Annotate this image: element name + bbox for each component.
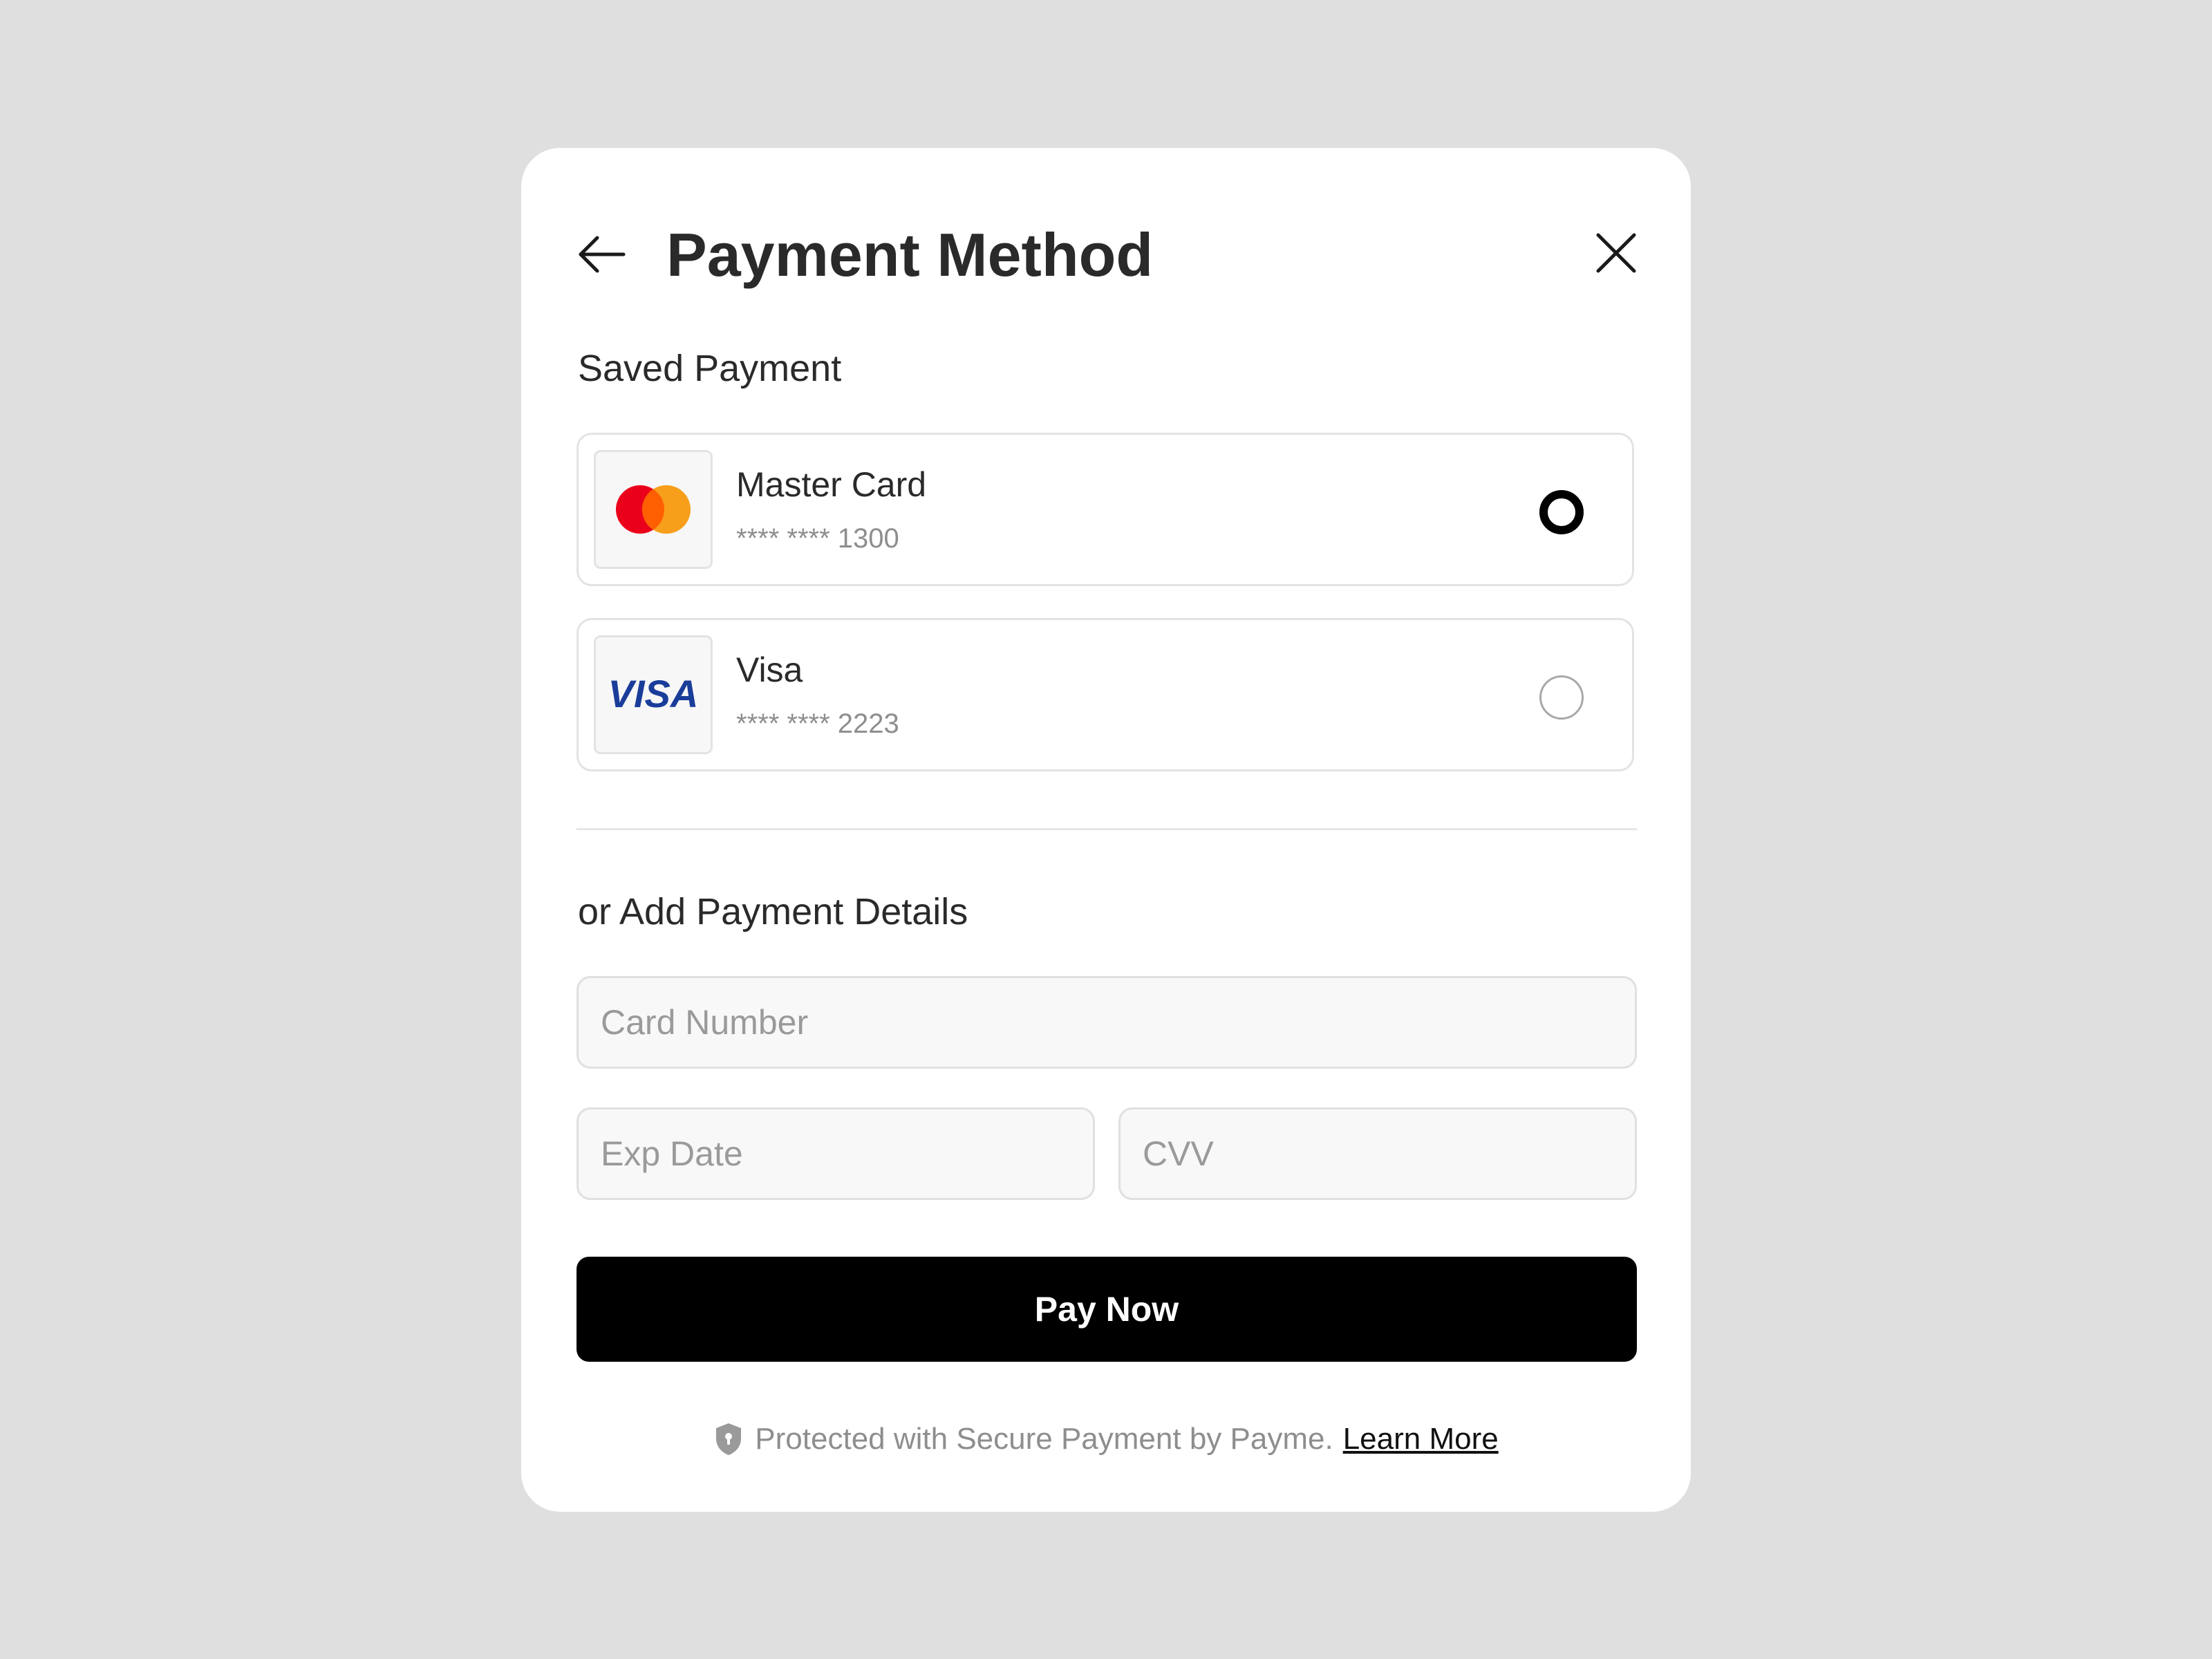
card-name: Visa (736, 650, 803, 689)
modal-header: Payment Method (578, 210, 1638, 300)
saved-card-mastercard[interactable]: Master Card **** **** 1300 (577, 433, 1634, 586)
exp-date-input[interactable] (577, 1107, 1095, 1200)
shield-icon (716, 1423, 742, 1455)
page-title: Payment Method (666, 221, 1154, 289)
visa-logo: VISA (594, 635, 713, 754)
pay-now-button[interactable]: Pay Now (577, 1257, 1637, 1362)
add-payment-label: or Add Payment Details (578, 891, 968, 932)
card-name: Master Card (736, 465, 927, 504)
payment-method-modal: Payment Method Saved Payment Master Card… (521, 148, 1691, 1512)
radio-unselected[interactable] (1539, 675, 1584, 720)
section-divider (577, 828, 1637, 830)
card-number: **** **** 1300 (736, 523, 899, 554)
saved-card-visa[interactable]: VISA Visa **** **** 2223 (577, 618, 1634, 771)
arrow-left-icon (579, 236, 626, 273)
saved-payment-label: Saved Payment (578, 348, 842, 389)
security-footer: Protected with Secure Payment by Payme. … (521, 1415, 1691, 1463)
cvv-input[interactable] (1118, 1107, 1637, 1200)
learn-more-link[interactable]: Learn More (1343, 1422, 1499, 1456)
card-number-input[interactable] (577, 976, 1637, 1069)
card-number: **** **** 2223 (736, 709, 899, 739)
radio-selected[interactable] (1539, 490, 1584, 534)
back-button[interactable] (578, 234, 626, 275)
close-icon (1596, 233, 1636, 273)
close-button[interactable] (1594, 231, 1638, 275)
mastercard-logo (594, 450, 713, 569)
svg-text:VISA: VISA (608, 672, 699, 715)
security-text: Protected with Secure Payment by Payme. (755, 1422, 1333, 1456)
